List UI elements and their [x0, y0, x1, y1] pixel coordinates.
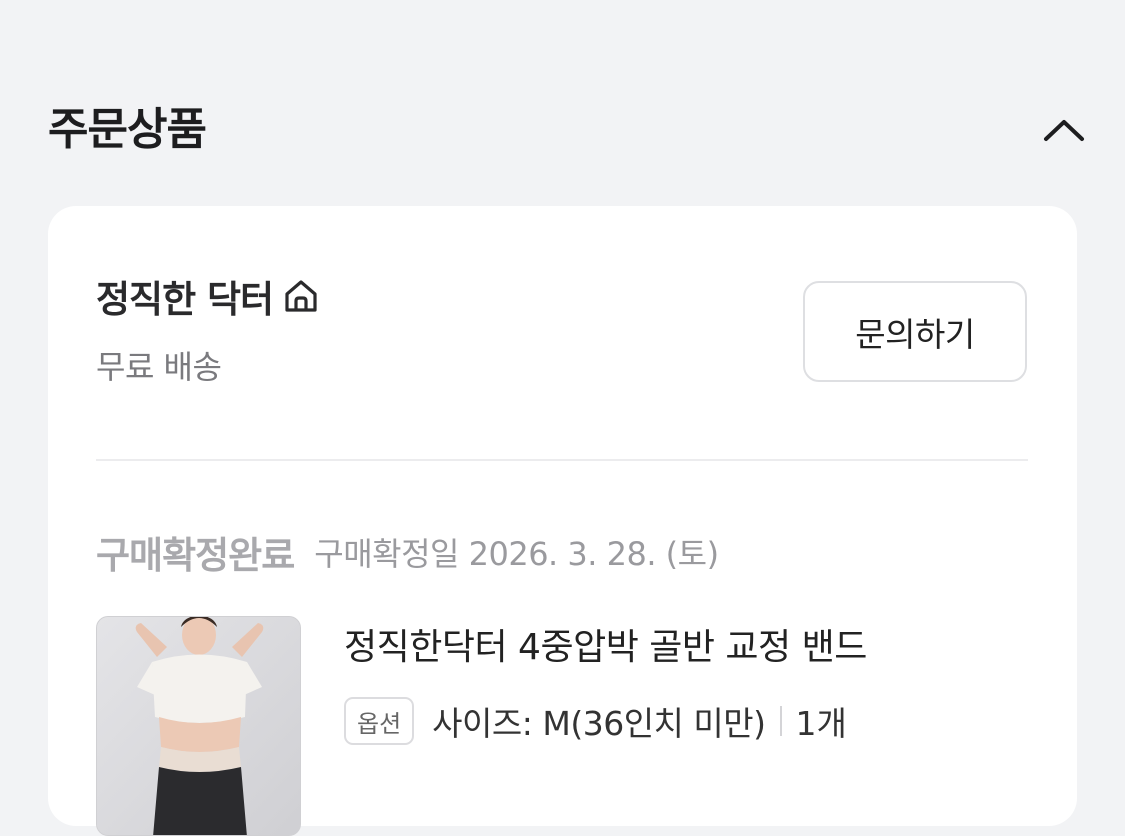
divider	[96, 459, 1028, 461]
order-status: 구매확정완료	[96, 534, 295, 577]
option-text: 사이즈: M(36인치 미만)	[432, 704, 766, 743]
inquiry-button[interactable]: 문의하기	[803, 281, 1027, 382]
shipping-info: 무료 배송	[96, 348, 222, 386]
product-image[interactable]	[96, 616, 301, 836]
option-separator	[779, 706, 782, 736]
confirm-date: 구매확정일 2026. 3. 28. (토)	[314, 535, 719, 573]
home-icon[interactable]	[281, 276, 321, 316]
order-products-header: 주문상품	[48, 90, 1088, 170]
seller-name-row[interactable]: 정직한 닥터	[96, 270, 321, 322]
product-option-row: 옵션 사이즈: M(36인치 미만) 1개	[344, 696, 847, 746]
product-name[interactable]: 정직한닥터 4중압박 골반 교정 밴드	[344, 618, 867, 670]
section-title: 주문상품	[48, 104, 207, 155]
option-quantity: 1개	[795, 704, 847, 743]
option-badge: 옵션	[344, 697, 415, 745]
collapse-toggle[interactable]	[1040, 106, 1088, 154]
order-status-row: 구매확정완료 구매확정일 2026. 3. 28. (토)	[96, 524, 719, 580]
order-product-card: 정직한 닥터 무료 배송 문의하기 구매확정완료 구매확정일 2026. 3. …	[48, 206, 1077, 836]
chevron-up-icon	[1042, 117, 1086, 143]
seller-name[interactable]: 정직한 닥터	[96, 269, 274, 323]
